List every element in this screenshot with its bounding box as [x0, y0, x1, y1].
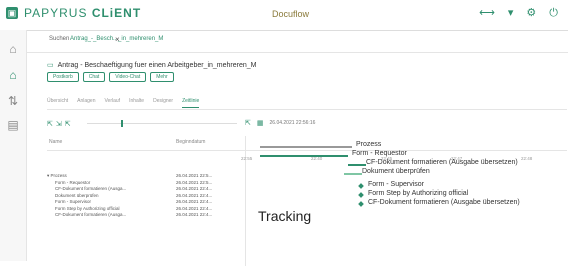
zoom-controls: ⇱ ⇲ ⇱ [47, 120, 71, 128]
gear-icon[interactable]: ⚙ [526, 8, 536, 19]
zoom-fit-icon[interactable]: ⇲ [56, 120, 62, 128]
gantt-bar-requestor[interactable] [260, 155, 348, 157]
brand-name: PAPYRUS CLiENT [24, 6, 141, 20]
document-title: ▭ Antrag - Beschaeftigung fuer einen Arbe… [47, 61, 256, 69]
column-name-header[interactable]: Name [49, 139, 62, 145]
chat-button[interactable]: Chat [82, 72, 106, 82]
video-chat-button[interactable]: Video-Chat [109, 72, 147, 82]
milestone-icon[interactable] [358, 192, 364, 198]
subtab-designer[interactable]: Designer [153, 98, 173, 108]
brand-bold: CLiENT [91, 6, 142, 20]
task-name: ▾ Prozess [47, 173, 67, 178]
top-bar: ▣ PAPYRUS CLiENT Docuflow ⟷ ▾ ⚙ ⏻ [0, 0, 568, 31]
pin-icon[interactable]: ⟷ [479, 8, 495, 19]
gantt-bar-format[interactable] [348, 164, 366, 166]
tab-strip: Suchen Antrag_-_Besch..._in_mehreren_M × [27, 30, 568, 53]
brand: ▣ PAPYRUS CLiENT [6, 6, 141, 20]
task-list: ▾ Prozess 26.04.2021 22:5... Form - Reque… [47, 173, 237, 219]
task-start: 26.04.2021 22:5... [176, 179, 213, 185]
home-icon[interactable]: ⌂ [6, 68, 20, 82]
expand-icon[interactable]: ⇱ [245, 119, 251, 127]
brand-light: PAPYRUS [24, 6, 88, 20]
subtab-history[interactable]: Verlauf [104, 98, 120, 108]
task-start: 26.04.2021 22:4... [176, 192, 213, 198]
task-start: 26.04.2021 22:4... [176, 186, 213, 191]
zoom-in-icon[interactable]: ⇱ [65, 120, 71, 128]
zoom-out-icon[interactable]: ⇱ [47, 120, 53, 128]
top-actions: ⟷ ▾ ⚙ ⏻ [479, 8, 558, 19]
column-start-header[interactable]: Beginndatum [176, 139, 205, 145]
tree-icon[interactable]: ⇅ [6, 94, 20, 108]
document-actions: Postkorb Chat Video-Chat Mehr [47, 72, 174, 82]
gantt-label: Form - Supervisor [368, 181, 425, 188]
task-start: 26.04.2021 22:4... [176, 212, 213, 217]
document-title-text: Antrag - Beschaeftigung fuer einen Arbei… [57, 62, 257, 69]
app-title: Docuflow [272, 9, 310, 19]
more-button[interactable]: Mehr [150, 72, 174, 82]
gantt-label: CF-Dokument formatieren (Ausgabe überset… [368, 199, 520, 206]
subtab-attachments[interactable]: Anlagen [77, 98, 95, 108]
gantt-label: CF-Dokument formatieren (Ausgabe überset… [366, 159, 518, 166]
timeline-toolbar: ⇱ ▦ 26.04.2021 22:56:16 [245, 119, 315, 127]
inbox-icon[interactable]: ⌂ [6, 42, 20, 56]
table-row[interactable]: CF-Dokument formatieren (Ausga... 26.04.2… [47, 212, 237, 219]
gantt-label: Prozess [356, 141, 382, 148]
tracking-callout: Tracking [258, 208, 312, 224]
gantt-label: Form Step by Authorizing official [368, 190, 469, 197]
gantt-label: Form - Requestor [352, 150, 407, 157]
gantt-bar-process[interactable] [260, 146, 352, 148]
milestone-icon[interactable] [358, 183, 364, 189]
subtabs: Übersicht Anlagen Verlauf Inhalte Design… [47, 98, 200, 108]
zoom-slider-track[interactable] [87, 123, 237, 124]
task-name: Form - Supervisor [55, 199, 92, 204]
subtab-contents[interactable]: Inhalte [129, 98, 144, 108]
task-name: Form Step by Authorizing official [55, 205, 120, 211]
gantt-label: Dokument überprüfen [362, 168, 430, 175]
subtab-overview[interactable]: Übersicht [47, 98, 68, 108]
gantt-chart: Prozess Form - Requestor CF-Dokument for… [226, 138, 536, 248]
task-name: Dokument überprüfen [55, 192, 99, 198]
power-icon[interactable]: ⏻ [549, 8, 558, 19]
tab-search[interactable]: Suchen [49, 36, 69, 42]
papyrus-logo-icon: ▣ [6, 7, 18, 19]
tab-close-icon[interactable]: × [115, 35, 120, 44]
postkorb-button[interactable]: Postkorb [47, 72, 79, 82]
documents-icon[interactable]: ▤ [6, 118, 20, 132]
task-name: Form - Requestor [55, 179, 91, 185]
task-start: 26.04.2021 22:4... [176, 205, 213, 211]
task-name: CF-Dokument formatieren (Ausga... [55, 212, 127, 217]
timeline-timestamp: 26.04.2021 22:56:16 [269, 120, 316, 126]
bookmark-icon[interactable]: ▾ [508, 8, 514, 19]
task-start: 26.04.2021 22:5... [176, 173, 213, 178]
task-name: CF-Dokument formatieren (Ausga... [55, 186, 127, 191]
zoom-slider-thumb[interactable] [121, 120, 123, 127]
sidebar: ⌂ ⌂ ⇅ ▤ [0, 30, 27, 261]
task-start: 26.04.2021 22:4... [176, 199, 213, 204]
subtab-timeline[interactable]: Zeitlinie [182, 98, 200, 108]
calendar-icon[interactable]: ▦ [257, 119, 264, 127]
subtab-divider [47, 109, 567, 110]
document-icon: ▭ [47, 62, 54, 69]
gantt-bar-review[interactable] [344, 173, 362, 175]
milestone-icon[interactable] [358, 201, 364, 207]
